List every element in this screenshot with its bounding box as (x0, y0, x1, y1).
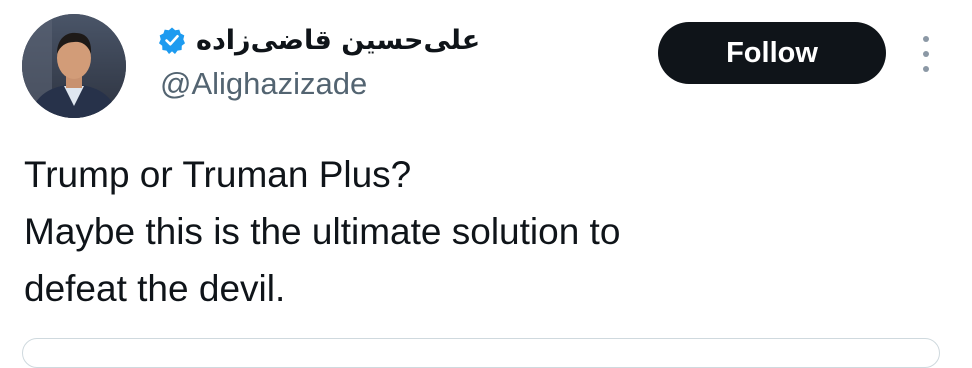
more-dot (923, 51, 929, 57)
avatar[interactable] (22, 14, 126, 118)
more-dot (923, 66, 929, 72)
verified-badge-icon (159, 27, 185, 54)
author-display-name[interactable]: علی‌حسین قاضی‌زاده (196, 25, 480, 56)
more-dot (923, 36, 929, 42)
tweet-text-line: Maybe this is the ultimate solution to (24, 211, 621, 252)
follow-button[interactable]: Follow (658, 22, 886, 84)
more-options-icon[interactable] (916, 36, 936, 72)
author-handle[interactable]: @Alighazizade (160, 66, 367, 102)
tweet-text-line: Trump or Truman Plus? (24, 154, 412, 195)
tweet: علی‌حسین قاضی‌زاده @Alighazizade Follow … (0, 0, 972, 368)
author-name-row: علی‌حسین قاضی‌زاده (158, 20, 480, 60)
tweet-text: Trump or Truman Plus? Maybe this is the … (24, 146, 944, 317)
embedded-card[interactable] (22, 338, 940, 368)
tweet-text-line: defeat the devil. (24, 268, 286, 309)
